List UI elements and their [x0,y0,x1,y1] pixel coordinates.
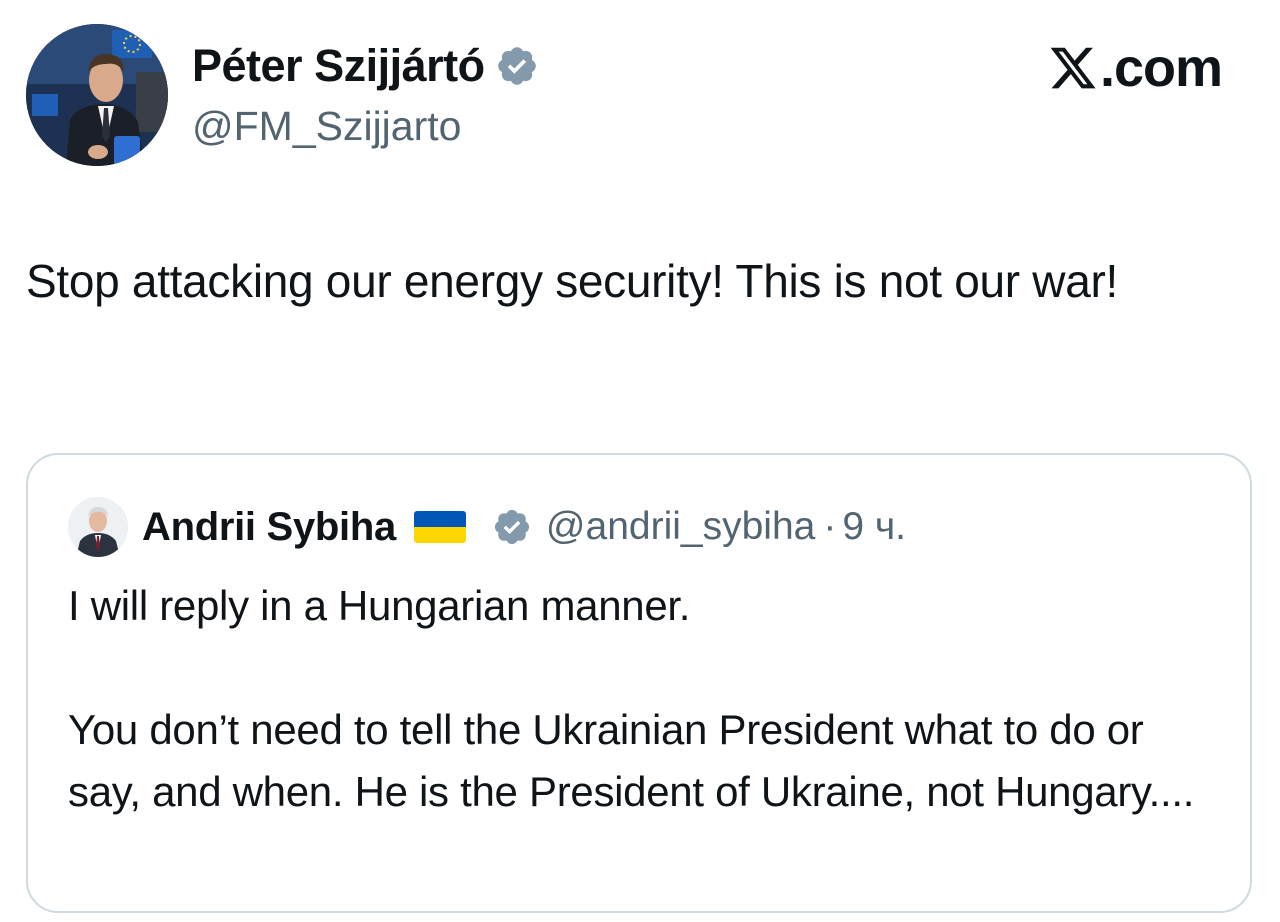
quoted-timestamp[interactable]: 9 ч. [842,505,906,549]
quoted-tweet-card[interactable]: Andrii Sybiha @andrii_sybiha · 9 ч. I wi… [26,453,1252,913]
x-logo-icon [1048,43,1098,93]
quoted-verified-badge-icon[interactable] [492,507,532,547]
verified-badge-icon[interactable] [495,44,539,88]
quoted-author-name[interactable]: Andrii Sybiha [142,505,396,550]
quoted-tweet-text: I will reply in a Hungarian manner. You … [68,582,1195,815]
author-avatar[interactable] [26,24,168,166]
quoted-author-avatar[interactable] [68,497,128,557]
quoted-author-handle[interactable]: @andrii_sybiha [546,505,815,549]
quoted-tweet-header: Andrii Sybiha @andrii_sybiha · 9 ч. [68,495,906,559]
author-name[interactable]: Péter Szijjártó [192,38,485,94]
quoted-meta-separator: · [823,505,837,548]
author-name-row: Péter Szijjártó [192,38,539,94]
ukraine-flag-icon [413,511,466,543]
x-brand-label: .com [1099,38,1223,98]
quoted-author-avatar-image [68,497,128,557]
tweet-text: Stop attacking our energy security! This… [26,255,1118,307]
x-brand: .com [1048,36,1223,100]
author-handle[interactable]: @FM_Szijjarto [192,98,539,154]
author-avatar-image [26,24,168,166]
author-info: Péter Szijjártó @FM_Szijjarto [192,38,539,154]
